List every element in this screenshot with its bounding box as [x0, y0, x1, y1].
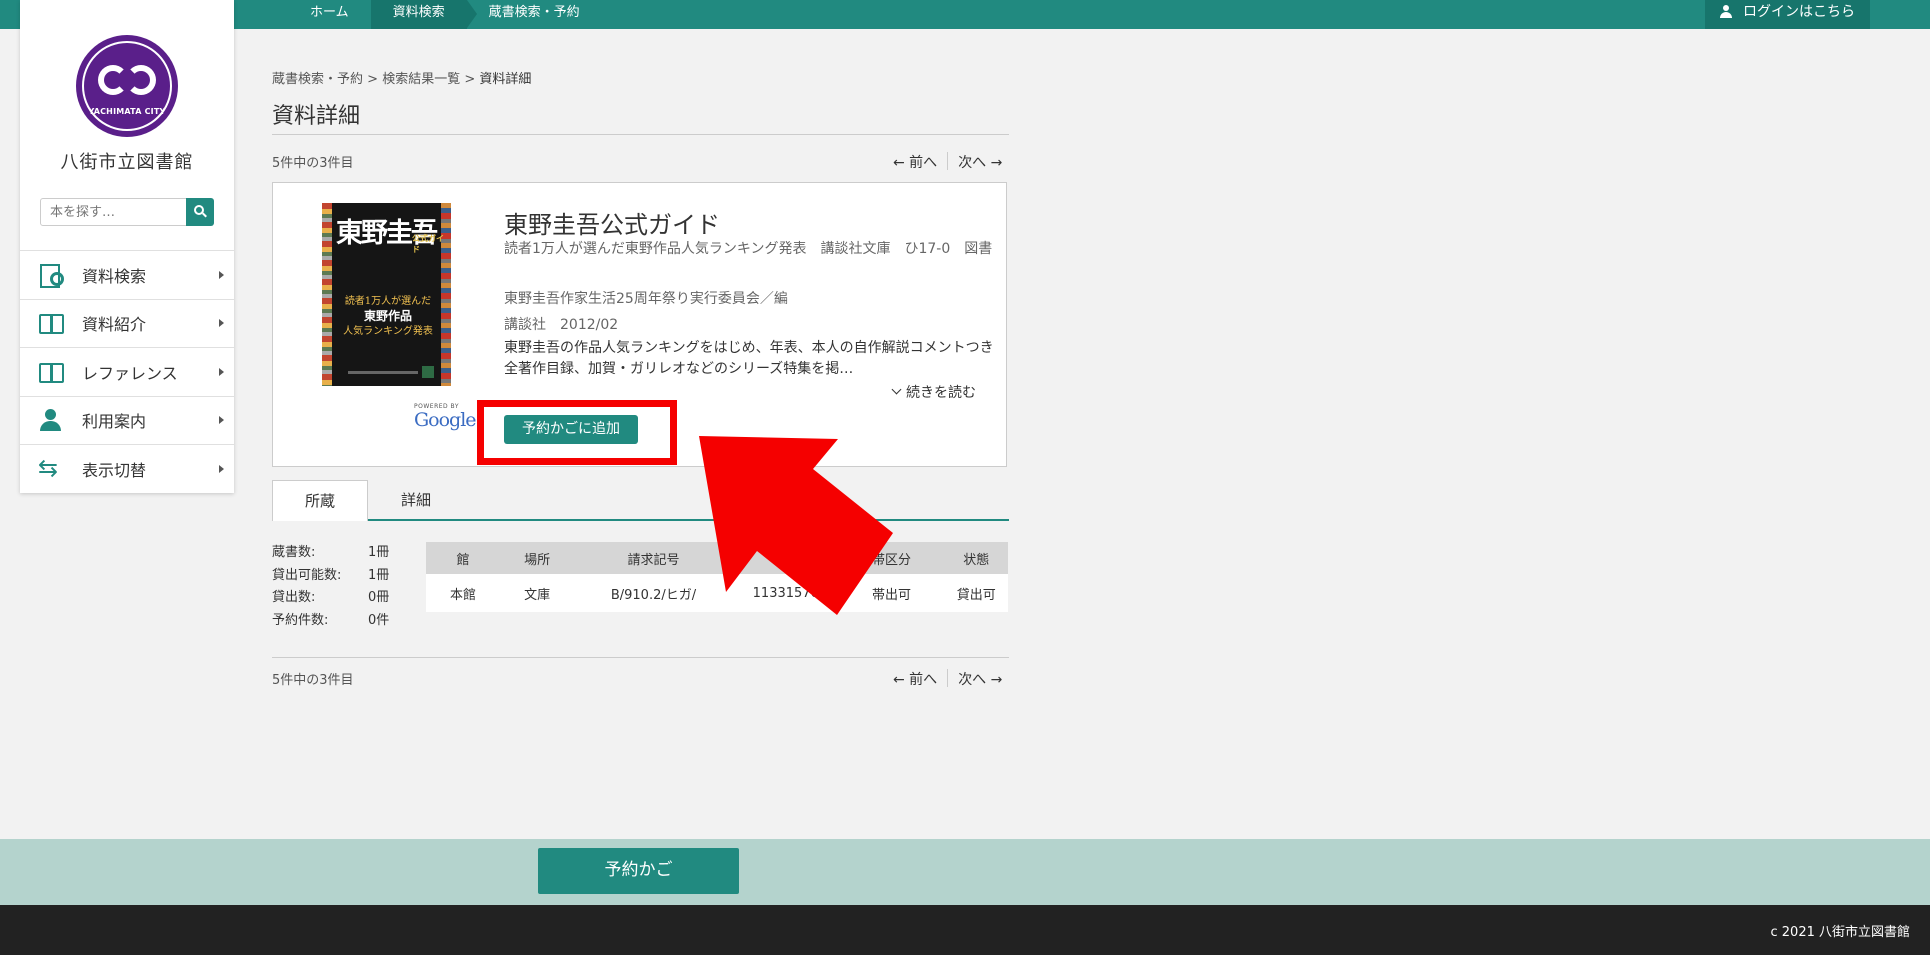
top-crumb-search[interactable]: 資料検索	[370, 0, 477, 29]
sidebar-search	[40, 198, 214, 226]
logo-mark-left	[98, 65, 128, 95]
login-button[interactable]: ログインはこちら	[1705, 0, 1870, 29]
caret-right-icon	[219, 464, 224, 473]
top-breadcrumb: ホーム 資料検索 蔵書検索・予約	[288, 0, 602, 29]
book-publisher: 講談社 2012/02	[504, 317, 619, 333]
prev-link[interactable]: ← 前へ	[893, 669, 937, 689]
chevron-down-icon	[891, 384, 902, 395]
stat-row: 貸出数: 0冊	[272, 590, 390, 605]
title-divider	[272, 134, 1009, 135]
user-icon	[1719, 5, 1733, 19]
pager-bottom: ← 前へ 次へ →	[893, 669, 1002, 689]
pager-divider	[947, 669, 949, 687]
sidebar-item-label: 表示切替	[82, 460, 147, 480]
read-more-link[interactable]: 続きを読む	[891, 382, 976, 402]
caret-right-icon	[219, 367, 224, 376]
breadcrumb-separator: >	[367, 72, 379, 87]
book-icon	[38, 361, 64, 383]
search-input[interactable]	[40, 198, 188, 226]
logo-city-text: YACHIMATA CITY	[88, 107, 166, 116]
cart-bar	[0, 839, 1930, 905]
google-logo: Google	[414, 409, 477, 431]
sidebar-item-label: 資料検索	[82, 266, 147, 286]
powered-by-google[interactable]: POWERED BY Google	[414, 403, 477, 431]
book-icon	[38, 312, 64, 335]
copyright: c 2021 八街市立図書館	[1770, 925, 1911, 940]
logo-mark-right	[126, 65, 156, 95]
breadcrumb-separator: >	[464, 72, 476, 87]
sidebar-item-intro[interactable]: 資料紹介	[20, 298, 234, 348]
tab-details[interactable]: 詳細	[368, 480, 464, 521]
reserve-cart-button[interactable]: 予約かご	[538, 848, 739, 894]
login-label: ログインはこちら	[1743, 4, 1855, 20]
top-crumb-home[interactable]: ホーム	[288, 0, 371, 29]
column-header: 場所	[500, 542, 575, 574]
sidebar-menu: 資料検索 資料紹介 レファレンス 利用案内 表示切替	[20, 250, 234, 493]
user-icon	[38, 409, 64, 432]
sidebar-item-label: 資料紹介	[82, 315, 147, 335]
city-logo[interactable]: YACHIMATA CITY	[76, 35, 178, 137]
breadcrumb-results[interactable]: 検索結果一覧	[382, 72, 460, 87]
book-description: 東野圭吾の作品人気ランキングをはじめ、年表、本人の自作解説コメントつき全著作目録…	[504, 340, 994, 377]
column-header: 状態	[944, 542, 1008, 574]
tab-holdings[interactable]: 所蔵	[272, 480, 368, 521]
library-name: 八街市立図書館	[60, 152, 194, 173]
footer: c 2021 八街市立図書館	[0, 905, 1930, 955]
next-link[interactable]: 次へ →	[958, 152, 1002, 172]
swap-icon	[38, 453, 64, 483]
result-count-top: 5件中の3件目	[272, 156, 354, 171]
bottom-divider	[272, 657, 1009, 658]
stat-row: 貸出可能数: 1冊	[272, 567, 390, 583]
search-button[interactable]	[186, 198, 214, 226]
book-subtitle: 読者1万人が選んだ東野作品人気ランキング発表 講談社文庫 ひ17-0 図書	[504, 241, 993, 257]
book-title: 東野圭吾公式ガイド	[504, 211, 720, 239]
caret-right-icon	[219, 270, 224, 279]
caret-right-icon	[219, 319, 224, 328]
breadcrumb-current: 資料詳細	[479, 72, 532, 87]
breadcrumb: 蔵書検索・予約 > 検索結果一覧 > 資料詳細	[272, 68, 531, 87]
top-bar: ホーム 資料検索 蔵書検索・予約 ログインはこちら	[0, 0, 1930, 29]
pager-divider	[947, 152, 949, 170]
next-link[interactable]: 次へ →	[958, 669, 1002, 689]
cover-small-title: 公式ガイド	[412, 234, 444, 254]
stat-row: 予約件数: 0件	[272, 612, 390, 628]
book-cover[interactable]: 東野圭吾 公式ガイド 読者1万人が選んだ 東野作品 人気ランキング発表	[322, 203, 451, 386]
prev-link[interactable]: ← 前へ	[893, 152, 937, 172]
sidebar-item-search[interactable]: 資料検索	[20, 250, 234, 299]
page-title: 資料詳細	[272, 104, 361, 129]
caret-right-icon	[219, 416, 224, 425]
cover-subtitle: 読者1万人が選んだ 東野作品 人気ランキング発表	[343, 296, 433, 337]
sidebar-item-guide[interactable]: 利用案内	[20, 395, 234, 445]
annotation-arrow-icon	[699, 436, 893, 615]
read-more-label: 続きを読む	[906, 385, 976, 401]
sidebar-item-reference[interactable]: レファレンス	[20, 347, 234, 396]
column-header: 館	[426, 542, 501, 574]
sidebar-item-label: 利用案内	[82, 412, 147, 432]
breadcrumb-reserve[interactable]: 蔵書検索・予約	[272, 72, 363, 87]
search-icon	[38, 263, 64, 288]
book-author: 東野圭吾作家生活25周年祭り実行委員会／編	[504, 291, 788, 307]
annotation-highlight-box	[477, 400, 677, 465]
sidebar-item-display[interactable]: 表示切替	[20, 444, 234, 493]
sidebar: YACHIMATA CITY 八街市立図書館 資料検索 資料紹介 レファレンス …	[20, 0, 234, 493]
result-count-bottom: 5件中の3件目	[272, 673, 354, 688]
sidebar-item-label: レファレンス	[82, 363, 178, 383]
top-crumb-reserve[interactable]: 蔵書検索・予約	[467, 0, 602, 29]
holdings-stats: 蔵書数: 1冊 貸出可能数: 1冊 貸出数: 0冊 予約件数: 0件	[272, 542, 389, 632]
pager-top: ← 前へ 次へ →	[893, 152, 1002, 172]
stat-row: 蔵書数: 1冊	[272, 545, 390, 560]
